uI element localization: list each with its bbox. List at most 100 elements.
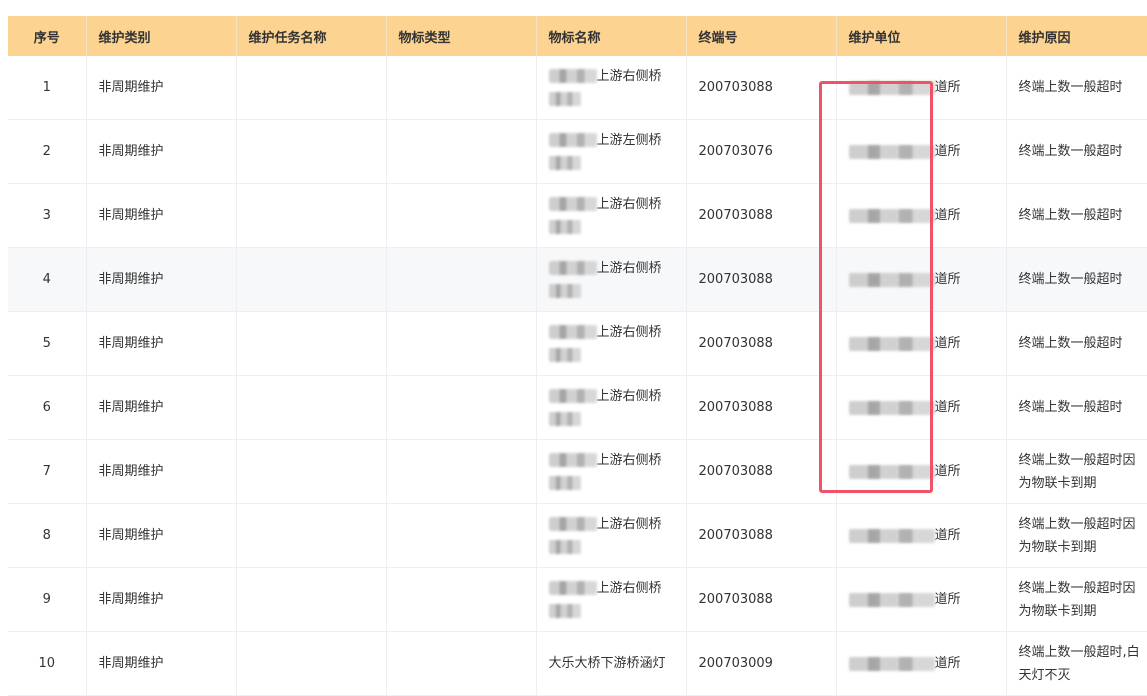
cell-target-type [386,567,537,632]
cell-terminal: 200703088 [686,567,837,632]
cell-task-name [236,567,387,632]
cell-reason: 终端上数一般超时 [1006,247,1147,312]
redacted-text-blur [848,656,935,671]
cell-index: 6 [8,375,87,440]
target-name-text: 上游右侧桥 [596,580,662,596]
cell-target-type [386,631,537,696]
cell-category: 非周期维护 [86,119,237,184]
redacted-text-blur [548,412,581,426]
table-row[interactable]: 2 非周期维护 上游左侧桥 200703076 道所 终端上数一般超时 [8,119,1147,184]
target-name-text: 上游右侧桥 [596,388,662,404]
cell-unit: 道所 [836,631,1007,696]
redacted-text-blur [848,400,935,415]
column-header-unit[interactable]: 维护单位 [836,16,1007,56]
cell-task-name [236,631,387,696]
table-row[interactable]: 5 非周期维护 上游右侧桥 200703088 道所 终端上数一般超时 [8,311,1147,376]
table-row[interactable]: 8 非周期维护 上游右侧桥 200703088 道所 终端上数一般超时因为物联卡到期 [8,503,1147,568]
cell-task-name [236,247,387,312]
cell-target-type [386,375,537,440]
cell-target-type [386,503,537,568]
maintenance-table: 序号 维护类别 维护任务名称 物标类型 物标名称 终端号 维护单位 维护原因 1… [8,16,1147,696]
cell-target-type [386,56,537,120]
cell-terminal: 200703088 [686,56,837,120]
column-header-target-name[interactable]: 物标名称 [536,16,687,56]
redacted-text-blur [848,272,935,287]
redacted-text-blur [548,348,581,362]
column-header-task-name[interactable]: 维护任务名称 [236,16,387,56]
unit-text: 道所 [934,528,961,543]
unit-text: 道所 [934,336,961,351]
column-header-target-type[interactable]: 物标类型 [386,16,537,56]
target-name-text: 上游右侧桥 [596,68,662,84]
table-row[interactable]: 4 非周期维护 上游右侧桥 200703088 道所 终端上数一般超时 [8,247,1147,312]
cell-category: 非周期维护 [86,439,237,504]
cell-category: 非周期维护 [86,183,237,248]
redacted-text-blur [848,144,935,159]
table-header-row: 序号 维护类别 维护任务名称 物标类型 物标名称 终端号 维护单位 维护原因 [8,16,1147,56]
table-row[interactable]: 1 非周期维护 上游右侧桥 200703088 道所 终端上数一般超时 [8,56,1147,120]
cell-task-name [236,119,387,184]
table-body: 1 非周期维护 上游右侧桥 200703088 道所 终端上数一般超时 2 非周期维护 上游左侧… [8,56,1147,696]
column-header-category[interactable]: 维护类别 [86,16,237,56]
target-name-text: 上游右侧桥 [596,260,662,276]
redacted-text-blur [848,208,935,223]
cell-terminal: 200703088 [686,183,837,248]
redacted-text-blur [548,92,581,106]
target-name-text: 大乐大桥下游桥涵灯 [548,656,666,671]
column-header-terminal[interactable]: 终端号 [686,16,837,56]
unit-text: 道所 [934,464,961,479]
cell-terminal: 200703088 [686,247,837,312]
cell-target-name: 上游右侧桥 [536,567,687,632]
redacted-text-blur [548,261,597,275]
cell-unit: 道所 [836,183,1007,248]
target-name-text: 上游左侧桥 [596,132,662,148]
column-header-index[interactable]: 序号 [8,16,87,56]
table-row[interactable]: 9 非周期维护 上游右侧桥 200703088 道所 终端上数一般超时因为物联卡到期 [8,567,1147,632]
redacted-text-blur [548,540,581,554]
redacted-text-blur [548,284,581,298]
cell-reason: 终端上数一般超时 [1006,56,1147,120]
target-name-text: 上游右侧桥 [596,324,662,340]
table-row[interactable]: 3 非周期维护 上游右侧桥 200703088 道所 终端上数一般超时 [8,183,1147,248]
cell-task-name [236,311,387,376]
redacted-text-blur [548,453,597,467]
cell-terminal: 200703009 [686,631,837,696]
cell-task-name [236,183,387,248]
cell-category: 非周期维护 [86,375,237,440]
cell-target-type [386,247,537,312]
cell-unit: 道所 [836,375,1007,440]
cell-reason: 终端上数一般超时,白天灯不灭 [1006,631,1147,696]
cell-target-name: 上游右侧桥 [536,439,687,504]
cell-target-type [386,439,537,504]
cell-target-name: 大乐大桥下游桥涵灯 [536,631,687,696]
cell-target-name: 上游右侧桥 [536,183,687,248]
cell-terminal: 200703076 [686,119,837,184]
cell-reason: 终端上数一般超时因为物联卡到期 [1006,567,1147,632]
redacted-text-blur [848,528,935,543]
redacted-text-blur [848,336,935,351]
target-name-text: 上游右侧桥 [596,196,662,212]
cell-task-name [236,439,387,504]
cell-index: 1 [8,56,87,120]
cell-category: 非周期维护 [86,631,237,696]
table-row[interactable]: 6 非周期维护 上游右侧桥 200703088 道所 终端上数一般超时 [8,375,1147,440]
maintenance-table-container: 序号 维护类别 维护任务名称 物标类型 物标名称 终端号 维护单位 维护原因 1… [8,16,1147,696]
cell-index: 9 [8,567,87,632]
cell-terminal: 200703088 [686,311,837,376]
cell-target-name: 上游左侧桥 [536,119,687,184]
cell-target-name: 上游右侧桥 [536,375,687,440]
cell-target-name: 上游右侧桥 [536,311,687,376]
column-header-reason[interactable]: 维护原因 [1006,16,1147,56]
table-row[interactable]: 10 非周期维护 大乐大桥下游桥涵灯 200703009 道所 终端上数一般超时,白天灯不… [8,631,1147,696]
table-row[interactable]: 7 非周期维护 上游右侧桥 200703088 道所 终端上数一般超时因为物联卡到期 [8,439,1147,504]
cell-target-name: 上游右侧桥 [536,503,687,568]
redacted-text-blur [548,133,597,147]
redacted-text-blur [848,464,935,479]
cell-category: 非周期维护 [86,247,237,312]
cell-unit: 道所 [836,311,1007,376]
redacted-text-blur [548,476,581,490]
unit-text: 道所 [934,656,961,671]
cell-reason: 终端上数一般超时因为物联卡到期 [1006,503,1147,568]
unit-text: 道所 [934,592,961,607]
cell-unit: 道所 [836,119,1007,184]
